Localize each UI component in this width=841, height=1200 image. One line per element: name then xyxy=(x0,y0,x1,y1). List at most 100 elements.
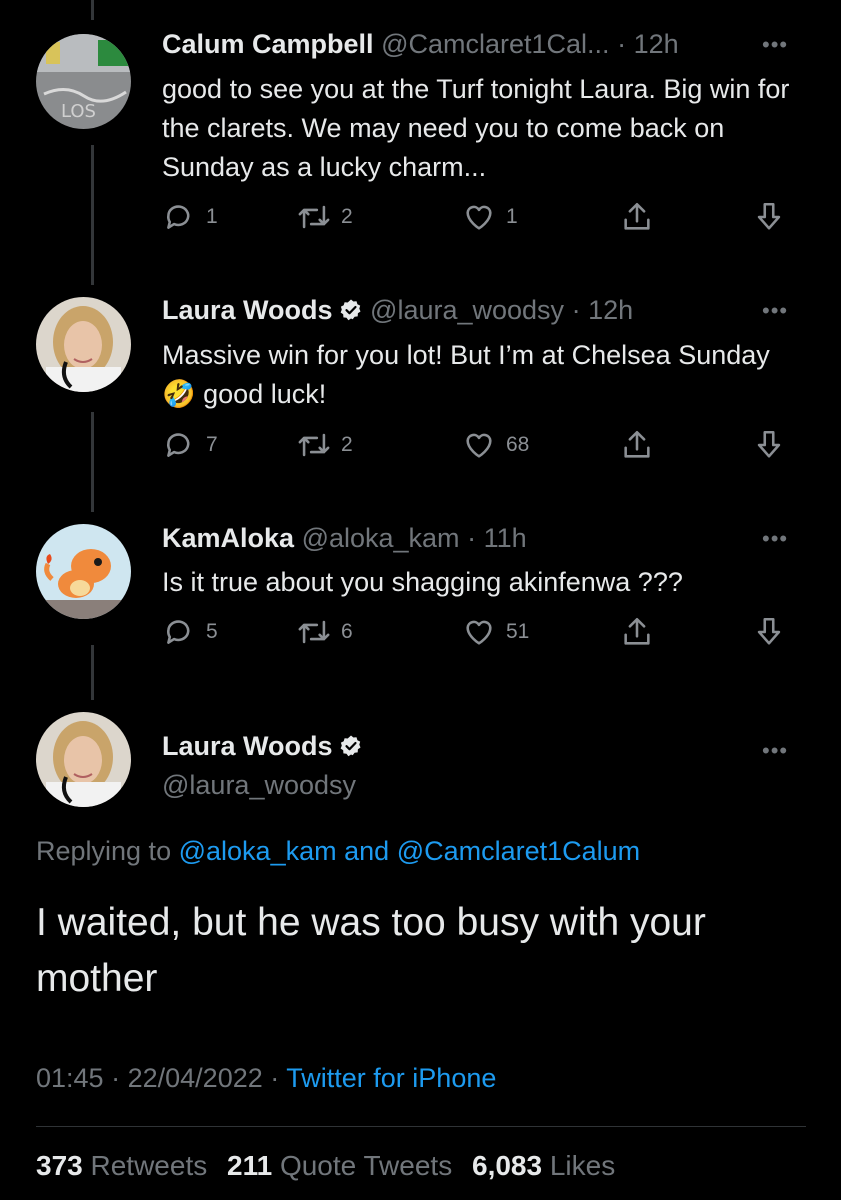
tweet-time[interactable]: 01:45 xyxy=(36,1063,104,1093)
author-handle[interactable]: @laura_woodsy xyxy=(370,295,564,325)
quotes-count: 211 xyxy=(227,1150,273,1181)
quotes-stat[interactable]: 211 Quote Tweets xyxy=(227,1150,452,1181)
author-name[interactable]: Laura Woods xyxy=(162,731,333,761)
tweet-text-part: good luck! xyxy=(203,379,327,409)
retweet-icon xyxy=(298,433,330,457)
share-button[interactable] xyxy=(620,200,654,234)
tweet-stats: 373 Retweets 211 Quote Tweets 6,083 Like… xyxy=(36,1150,615,1182)
thread-line xyxy=(91,145,94,285)
likes-count: 6,083 xyxy=(472,1150,543,1181)
thread-line xyxy=(91,0,94,20)
author-handle[interactable]: @Camclaret1Cal... xyxy=(381,29,609,59)
download-button[interactable] xyxy=(752,428,786,462)
like-icon xyxy=(466,205,492,230)
retweet-icon xyxy=(298,205,330,229)
author-handle[interactable]: @aloka_kam xyxy=(302,523,460,553)
share-icon xyxy=(624,202,650,230)
download-button[interactable] xyxy=(752,200,786,234)
tweet-header: KamAloka @aloka_kam · 11h xyxy=(162,521,527,555)
retweet-button[interactable]: 2 xyxy=(297,428,353,462)
tweet-header: Laura Woods @laura_woodsy · 12h xyxy=(162,293,633,327)
separator-dot: · xyxy=(111,1063,121,1093)
tweet-text-part: Massive win for you lot! But I’m at Chel… xyxy=(162,340,770,370)
share-button[interactable] xyxy=(620,428,654,462)
separator-dot: · xyxy=(571,295,581,325)
mention-link[interactable]: @aloka_kam xyxy=(179,836,337,866)
avatar[interactable] xyxy=(36,712,131,807)
verified-icon xyxy=(340,735,361,757)
mention-link[interactable]: @Camclaret1Calum xyxy=(397,836,640,866)
laughing-emoji-icon: 🤣 xyxy=(162,379,196,409)
retweet-button[interactable]: 2 xyxy=(297,200,353,234)
retweets-label: Retweets xyxy=(90,1150,208,1181)
retweet-count: 6 xyxy=(341,620,353,643)
quotes-label: Quote Tweets xyxy=(279,1150,453,1181)
retweets-stat[interactable]: 373 Retweets xyxy=(36,1150,207,1181)
retweet-count: 2 xyxy=(341,433,353,456)
main-tweet-text: I waited, but he was too busy with your … xyxy=(36,901,706,1000)
tweet-text: Massive win for you lot! But I’m at Chel… xyxy=(162,336,802,414)
share-icon xyxy=(624,430,650,458)
tweet-time[interactable]: 12h xyxy=(588,295,633,325)
avatar[interactable] xyxy=(36,524,131,619)
more-icon[interactable]: ••• xyxy=(762,32,788,58)
replying-and[interactable]: and xyxy=(344,836,389,866)
like-button[interactable]: 68 xyxy=(462,428,529,462)
reply-button[interactable]: 5 xyxy=(162,615,218,649)
tweet-text: good to see you at the Turf tonight Laur… xyxy=(162,74,790,182)
like-button[interactable]: 51 xyxy=(462,615,529,649)
share-icon xyxy=(624,617,650,645)
like-count: 51 xyxy=(506,620,530,643)
replying-prefix: Replying to xyxy=(36,836,172,866)
replying-to: Replying to @aloka_kam and @Camclaret1Ca… xyxy=(36,836,640,867)
thread-line xyxy=(91,645,94,700)
retweet-count: 2 xyxy=(341,205,353,228)
thread-line xyxy=(91,412,94,512)
download-icon xyxy=(757,430,781,458)
more-icon[interactable]: ••• xyxy=(762,298,788,324)
separator-dot: · xyxy=(467,523,477,553)
reply-icon xyxy=(167,205,190,229)
avatar[interactable]: LOS xyxy=(36,34,131,129)
more-icon[interactable]: ••• xyxy=(762,526,788,552)
svg-text:LOS: LOS xyxy=(61,101,96,122)
reply-icon xyxy=(167,433,190,457)
avatar[interactable] xyxy=(36,297,131,392)
retweets-count: 373 xyxy=(36,1150,83,1181)
download-icon xyxy=(757,202,781,230)
separator-dot: · xyxy=(270,1063,280,1093)
reply-count: 1 xyxy=(206,205,218,228)
tweet-text: Is it true about you shagging akinfenwa … xyxy=(162,567,683,597)
likes-stat[interactable]: 6,083 Likes xyxy=(472,1150,615,1181)
reply-button[interactable]: 1 xyxy=(162,200,218,234)
retweet-icon xyxy=(298,620,330,644)
tweet-source[interactable]: Twitter for iPhone xyxy=(286,1063,496,1093)
author-name[interactable]: Laura Woods xyxy=(162,295,333,325)
author-handle[interactable]: @laura_woodsy xyxy=(162,768,356,802)
tweet-time[interactable]: 11h xyxy=(484,523,527,553)
like-count: 68 xyxy=(506,433,530,456)
likes-label: Likes xyxy=(549,1150,616,1181)
like-count: 1 xyxy=(506,205,518,228)
reply-count: 5 xyxy=(206,620,218,643)
separator-dot: · xyxy=(617,29,627,59)
reply-button[interactable]: 7 xyxy=(162,428,218,462)
tweet-meta: 01:45 · 22/04/2022 · Twitter for iPhone xyxy=(36,1063,496,1094)
verified-icon xyxy=(340,299,361,321)
download-button[interactable] xyxy=(752,615,786,649)
like-button[interactable]: 1 xyxy=(462,200,518,234)
download-icon xyxy=(757,617,781,645)
share-button[interactable] xyxy=(620,615,654,649)
tweet-actions: 7 2 68 xyxy=(162,428,802,468)
reply-count: 7 xyxy=(206,433,218,456)
tweet-time[interactable]: 12h xyxy=(634,29,679,59)
tweet-header: Calum Campbell @Camclaret1Cal... · 12h xyxy=(162,27,679,61)
more-icon[interactable]: ••• xyxy=(762,738,788,764)
author-name[interactable]: Calum Campbell xyxy=(162,29,374,59)
tweet-date[interactable]: 22/04/2022 xyxy=(128,1063,263,1093)
tweet-actions: 5 6 51 xyxy=(162,615,802,655)
retweet-button[interactable]: 6 xyxy=(297,615,353,649)
author-name[interactable]: KamAloka xyxy=(162,523,294,553)
reply-icon xyxy=(167,620,190,644)
tweet-actions: 1 2 1 xyxy=(162,200,802,240)
